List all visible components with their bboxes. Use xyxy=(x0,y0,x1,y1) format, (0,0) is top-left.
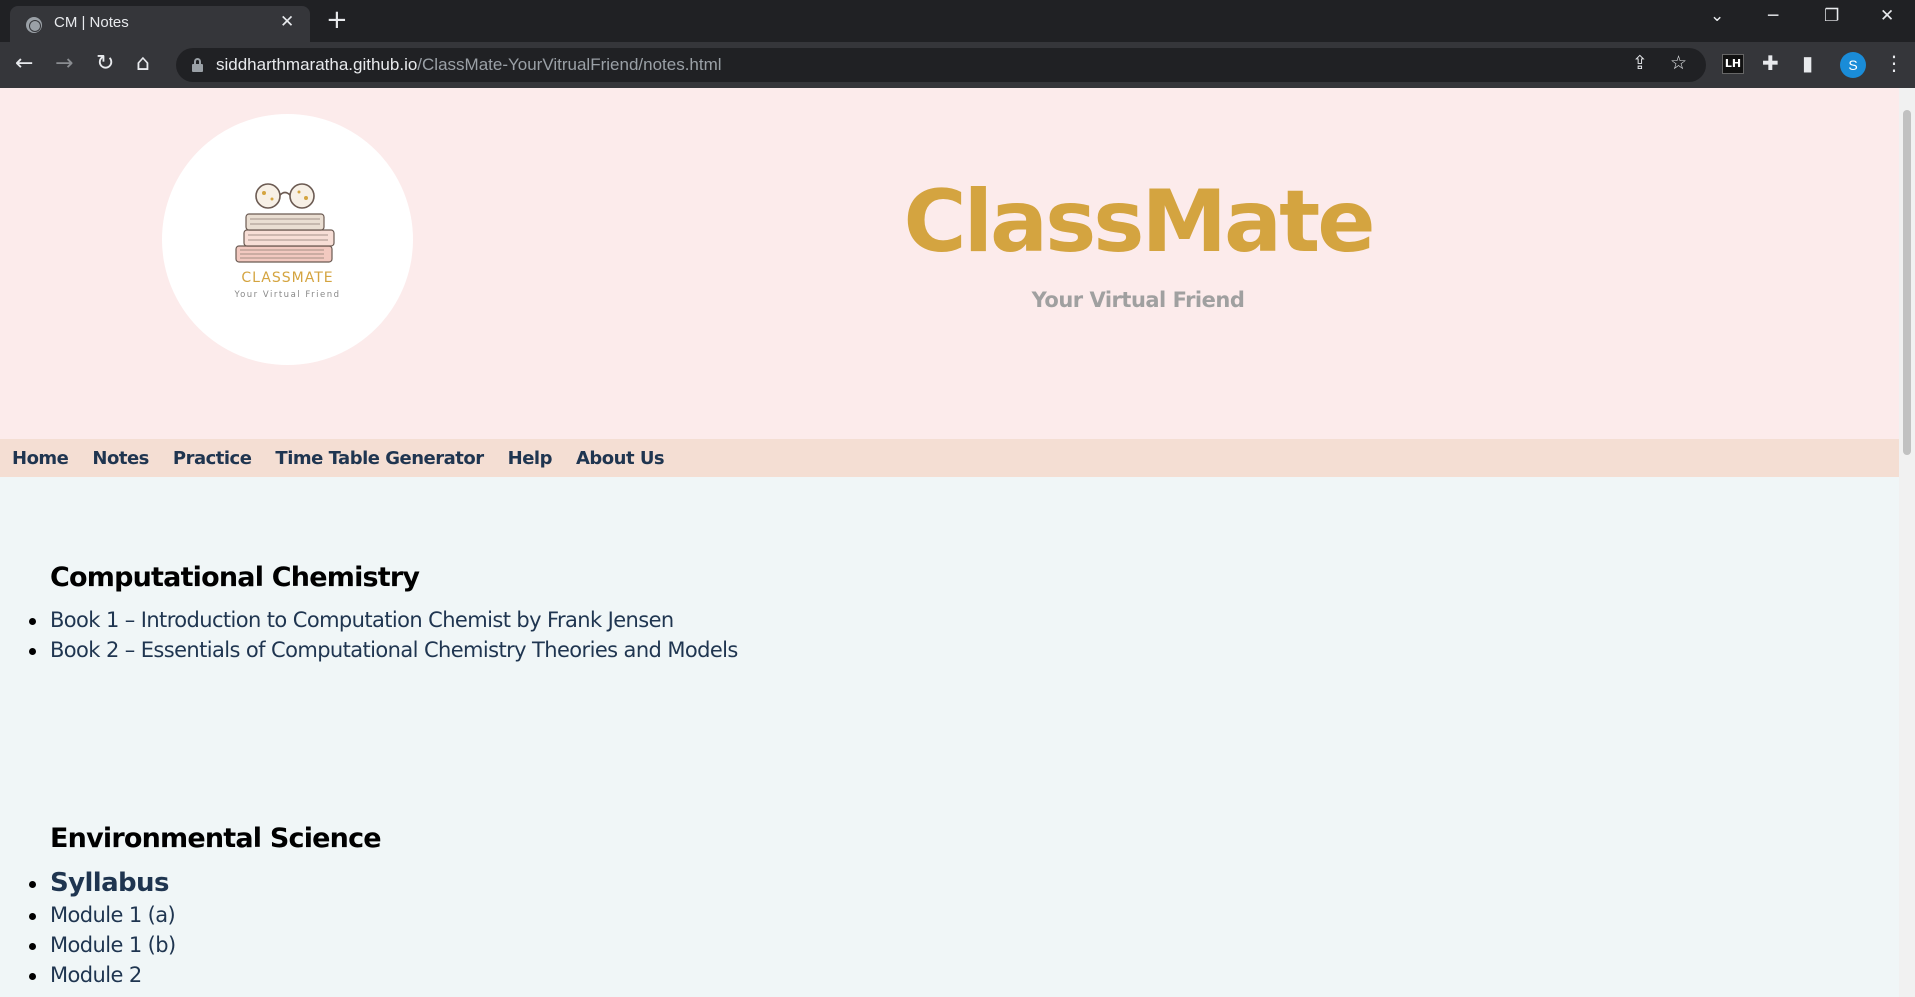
close-tab-icon[interactable]: ✕ xyxy=(280,12,294,32)
url-text[interactable]: siddharthmaratha.github.io/ClassMate-You… xyxy=(216,55,722,75)
share-icon[interactable]: ⇪ xyxy=(1632,52,1648,74)
browser-tab-strip: CM | Notes ✕ + ⌄ ─ ❐ ✕ xyxy=(0,0,1915,42)
extension-badge: LH xyxy=(1724,57,1742,70)
section-heading: Environmental Science xyxy=(50,823,382,854)
reload-button[interactable]: ↻ xyxy=(96,50,114,78)
logo-subtext: Your Virtual Friend xyxy=(234,290,341,300)
nav-practice[interactable]: Practice xyxy=(173,448,252,469)
main-nav: Home Notes Practice Time Table Generator… xyxy=(0,439,1899,477)
nav-notes[interactable]: Notes xyxy=(92,448,149,469)
bookmark-star-icon[interactable]: ☆ xyxy=(1670,52,1687,74)
notes-link[interactable]: Module 1 (a) xyxy=(29,900,381,930)
menu-kebab-icon[interactable]: ⋮ xyxy=(1884,51,1904,75)
profile-avatar[interactable]: S xyxy=(1840,52,1866,78)
url-host: siddharthmaratha.github.io xyxy=(216,55,418,74)
site-header: CLASSMATE Your Virtual Friend ClassMate … xyxy=(0,88,1899,439)
notes-link[interactable]: Syllabus xyxy=(29,866,381,900)
browser-toolbar: ← → ↻ ⌂ siddharthmaratha.github.io/Class… xyxy=(0,42,1915,88)
nav-home[interactable]: Home xyxy=(12,448,69,469)
section-computational-chemistry: Computational Chemistry Book 1 – Introdu… xyxy=(29,562,738,665)
page-scrollbar[interactable] xyxy=(1899,88,1915,997)
new-tab-button[interactable]: + xyxy=(326,6,348,34)
lock-icon[interactable] xyxy=(192,58,203,72)
minimize-button[interactable]: ─ xyxy=(1768,6,1778,26)
notes-link[interactable]: Module 2 xyxy=(29,960,381,990)
site-subtitle: Your Virtual Friend xyxy=(1031,288,1245,312)
site-title: ClassMate xyxy=(903,172,1375,272)
lighthouse-extension-icon[interactable]: LH xyxy=(1722,54,1744,74)
browser-tab-active[interactable]: CM | Notes ✕ xyxy=(10,6,310,42)
home-button[interactable]: ⌂ xyxy=(136,50,150,78)
extensions-puzzle-icon[interactable]: ✚ xyxy=(1762,51,1779,75)
site-logo[interactable]: CLASSMATE Your Virtual Friend xyxy=(162,114,413,365)
nav-help[interactable]: Help xyxy=(508,448,553,469)
section-environmental-science: Environmental Science Syllabus Module 1 … xyxy=(29,823,382,990)
side-panel-icon[interactable]: ▮ xyxy=(1802,51,1813,75)
section-heading: Computational Chemistry xyxy=(50,562,420,593)
globe-icon xyxy=(26,17,42,33)
notes-link[interactable]: Module 1 (b) xyxy=(29,930,381,960)
notes-list: Syllabus Module 1 (a) Module 1 (b) Modul… xyxy=(29,866,381,990)
notes-list: Book 1 – Introduction to Computation Che… xyxy=(29,605,738,665)
nav-list: Home Notes Practice Time Table Generator… xyxy=(0,439,1899,477)
restore-button[interactable]: ❐ xyxy=(1824,6,1839,26)
nav-time-table-generator[interactable]: Time Table Generator xyxy=(275,448,484,469)
address-bar[interactable]: siddharthmaratha.github.io/ClassMate-You… xyxy=(176,48,1706,82)
scrollbar-thumb[interactable] xyxy=(1903,110,1911,455)
close-window-button[interactable]: ✕ xyxy=(1880,6,1894,26)
page-viewport: CLASSMATE Your Virtual Friend ClassMate … xyxy=(0,88,1899,997)
books-with-glasses-icon xyxy=(235,183,335,263)
forward-button[interactable]: → xyxy=(55,50,73,78)
tab-title: CM | Notes xyxy=(54,14,129,31)
notes-link[interactable]: Book 2 – Essentials of Computational Che… xyxy=(29,635,738,665)
logo-text: CLASSMATE xyxy=(241,270,334,286)
url-path: /ClassMate-YourVitrualFriend/notes.html xyxy=(417,55,722,74)
nav-about-us[interactable]: About Us xyxy=(576,448,665,469)
tab-search-icon[interactable]: ⌄ xyxy=(1710,6,1724,26)
back-button[interactable]: ← xyxy=(15,50,33,78)
notes-link[interactable]: Book 1 – Introduction to Computation Che… xyxy=(29,605,738,635)
